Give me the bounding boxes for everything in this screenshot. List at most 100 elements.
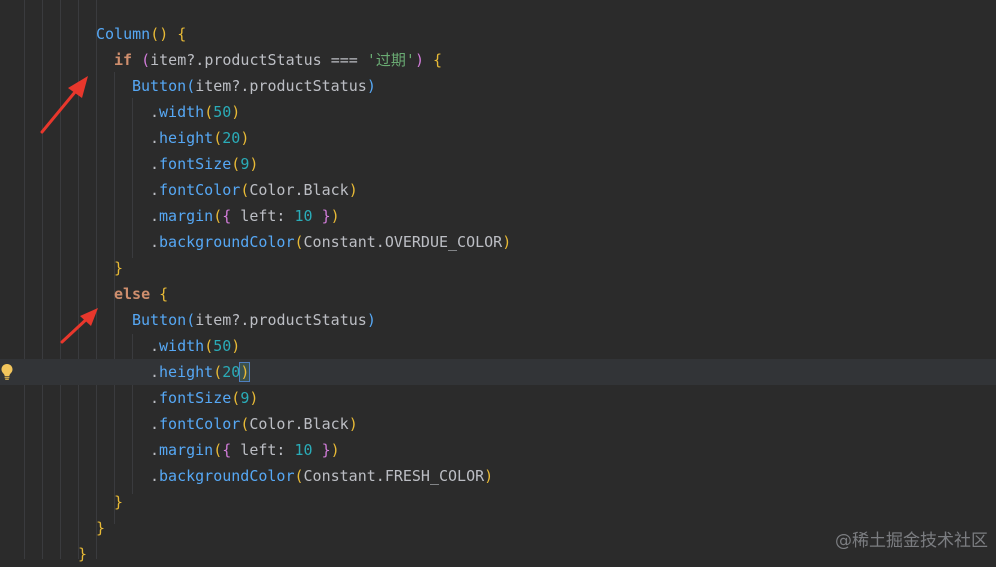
code-token: . xyxy=(375,233,385,251)
code-text: .fontColor(Color.Black) xyxy=(150,411,358,437)
code-token: left: xyxy=(231,441,295,459)
code-token: 9 xyxy=(240,155,250,173)
code-text: .fontSize(9) xyxy=(150,385,258,411)
code-token: ) xyxy=(366,311,376,329)
code-token: Constant xyxy=(303,233,376,251)
code-token: } xyxy=(114,493,124,511)
code-token: ( xyxy=(213,441,223,459)
code-text: .fontSize(9) xyxy=(150,151,258,177)
code-token: . xyxy=(375,467,385,485)
code-token: item xyxy=(195,77,232,95)
code-token: . xyxy=(150,415,160,433)
code-text: } xyxy=(114,489,123,515)
code-token: left: xyxy=(231,207,295,225)
code-text: Button(item?.productStatus) xyxy=(132,307,376,333)
code-token: ) xyxy=(366,77,376,95)
code-token: fontColor xyxy=(159,181,241,199)
code-token: ( xyxy=(213,363,223,381)
code-token: Color xyxy=(249,181,295,199)
code-line[interactable]: .fontColor(Color.Black) xyxy=(0,411,996,437)
code-token: productStatus xyxy=(249,311,367,329)
code-line[interactable]: .backgroundColor(Constant.FRESH_COLOR) xyxy=(0,463,996,489)
code-token: productStatus xyxy=(204,51,322,69)
code-token: ( xyxy=(204,337,214,355)
code-token: ) xyxy=(502,233,512,251)
code-token: height xyxy=(159,129,214,147)
code-token: ) xyxy=(348,181,358,199)
code-line[interactable]: if (item?.productStatus === '过期') { xyxy=(0,47,996,73)
code-token: . xyxy=(150,363,160,381)
code-token: Constant xyxy=(303,467,376,485)
code-line[interactable]: Column() { xyxy=(0,21,996,47)
code-line[interactable]: else { xyxy=(0,281,996,307)
code-text: .backgroundColor(Constant.FRESH_COLOR) xyxy=(150,463,493,489)
code-token: ) xyxy=(249,155,259,173)
code-token: height xyxy=(159,363,214,381)
code-token: . xyxy=(150,103,160,121)
code-line[interactable]: .height(20) xyxy=(0,125,996,151)
code-token: ( xyxy=(240,181,250,199)
code-token: } xyxy=(114,259,124,277)
code-token: { xyxy=(177,25,187,43)
code-token: ( xyxy=(141,51,151,69)
code-token: ) xyxy=(414,51,424,69)
code-token: ( xyxy=(213,207,223,225)
code-editor[interactable]: Column() {if (item?.productStatus === '过… xyxy=(0,0,996,563)
code-token: Column xyxy=(96,25,151,43)
code-line-current[interactable]: .height(20) xyxy=(0,359,996,385)
code-token: } xyxy=(321,441,331,459)
code-line[interactable]: .fontSize(9) xyxy=(0,151,996,177)
code-token: ?. xyxy=(231,311,250,329)
code-line[interactable]: Button(item?.productStatus) xyxy=(0,307,996,333)
code-token: fontColor xyxy=(159,415,241,433)
code-token: ( xyxy=(213,129,223,147)
code-text: .margin({ left: 10 }) xyxy=(150,437,340,463)
code-line[interactable]: } xyxy=(0,489,996,515)
code-token: ( xyxy=(186,311,196,329)
code-line[interactable]: .backgroundColor(Constant.OVERDUE_COLOR) xyxy=(0,229,996,255)
code-token: . xyxy=(150,207,160,225)
code-token: backgroundColor xyxy=(159,233,295,251)
code-token: . xyxy=(294,415,304,433)
code-text: .width(50) xyxy=(150,99,240,125)
code-line[interactable]: .margin({ left: 10 }) xyxy=(0,437,996,463)
code-token: width xyxy=(159,103,205,121)
code-text: Column() { xyxy=(96,21,186,47)
code-token: '过期' xyxy=(366,51,415,69)
code-text: .height(20) xyxy=(150,125,249,151)
code-token: ) xyxy=(348,415,358,433)
code-token: 50 xyxy=(213,103,232,121)
code-token: . xyxy=(150,155,160,173)
code-token: 10 xyxy=(294,441,313,459)
code-line[interactable]: } xyxy=(0,255,996,281)
code-text: if (item?.productStatus === '过期') { xyxy=(114,47,442,73)
code-line[interactable]: Button(item?.productStatus) xyxy=(0,73,996,99)
code-token: ) xyxy=(330,207,340,225)
code-line[interactable]: .width(50) xyxy=(0,99,996,125)
red-arrow-icon xyxy=(40,76,88,134)
lightbulb-icon[interactable] xyxy=(0,363,14,381)
code-token: 10 xyxy=(294,207,313,225)
code-token: . xyxy=(150,337,160,355)
code-line[interactable]: .margin({ left: 10 }) xyxy=(0,203,996,229)
code-token: } xyxy=(78,545,88,563)
code-token: ) xyxy=(330,441,340,459)
code-token: ) xyxy=(231,103,241,121)
code-text: } xyxy=(96,515,105,541)
code-text: } xyxy=(114,255,123,281)
code-text: .fontColor(Color.Black) xyxy=(150,177,358,203)
code-token: 20 xyxy=(222,129,241,147)
code-token: OVERDUE_COLOR xyxy=(384,233,503,251)
code-line[interactable]: .width(50) xyxy=(0,333,996,359)
code-token: } xyxy=(321,207,331,225)
code-token: 9 xyxy=(240,389,250,407)
code-token: . xyxy=(150,441,160,459)
code-line[interactable]: .fontSize(9) xyxy=(0,385,996,411)
code-line[interactable]: .fontColor(Color.Black) xyxy=(0,177,996,203)
code-token: { xyxy=(222,441,232,459)
code-token: Black xyxy=(303,181,349,199)
